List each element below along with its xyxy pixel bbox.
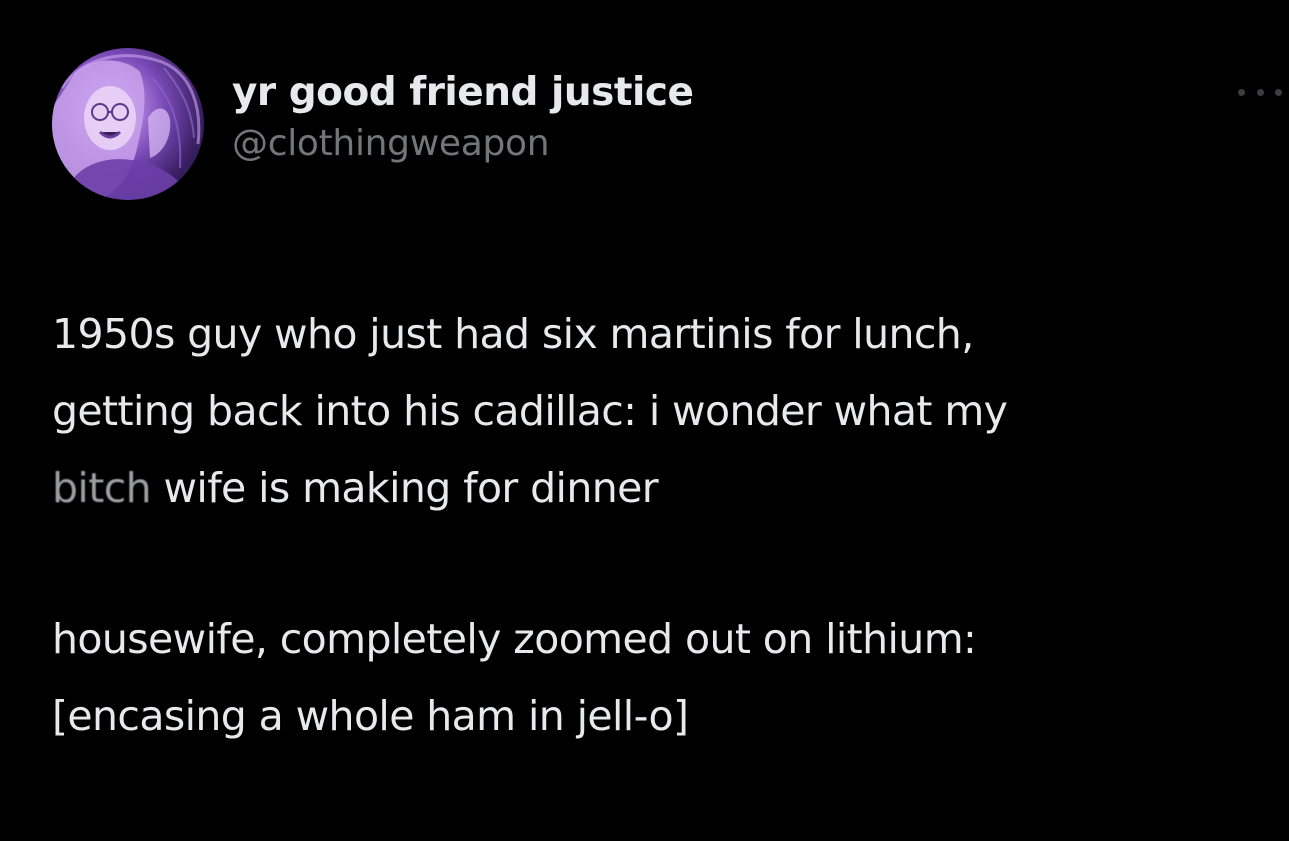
obscured-word: bitch [52,464,152,512]
tweet-card: yr good friend justice @clothingweapon 1… [0,0,1289,841]
author-block: yr good friend justice @clothingweapon [232,68,694,168]
tweet-line: [encasing a whole ham in jell-o] [52,692,689,740]
author-handle[interactable]: @clothingweapon [232,120,693,168]
tweet-line: 1950s guy who just had six martinis for … [52,310,974,358]
author-display-name[interactable]: yr good friend justice [232,68,694,118]
avatar-image [52,54,201,200]
tweet-line: getting back into his cadillac: i wonder… [52,387,1008,435]
more-dot [1275,88,1282,96]
avatar[interactable] [52,48,204,200]
tweet-text: 1950s guy who just had six martinis for … [52,296,1277,755]
tweet-line: bitch wife is making for dinner [52,450,1277,527]
tweet-line: housewife, completely zoomed out on lith… [52,615,977,663]
more-options-icon[interactable] [1238,82,1282,102]
more-dot [1256,88,1264,96]
more-dot [1238,88,1245,96]
tweet-line-rest: wife is making for dinner [151,464,658,512]
